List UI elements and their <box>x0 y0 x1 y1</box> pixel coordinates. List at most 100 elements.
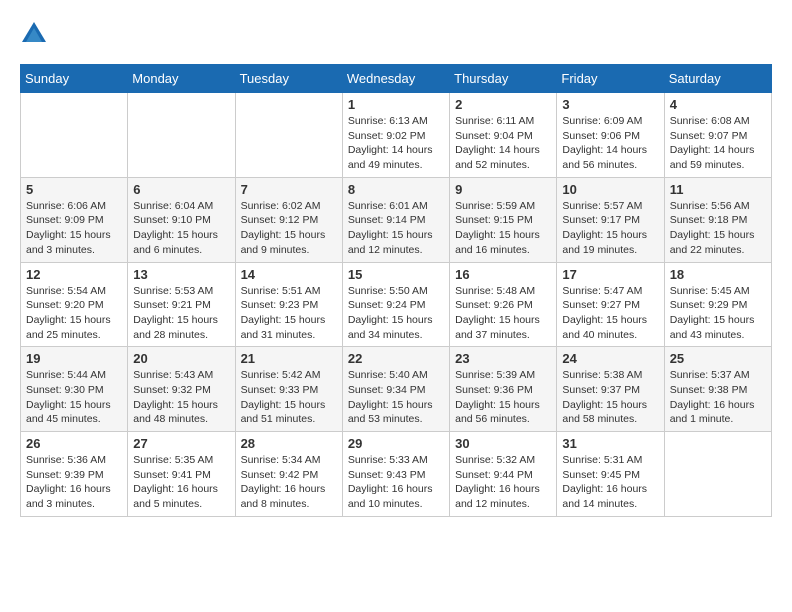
day-info: Sunrise: 5:35 AM Sunset: 9:41 PM Dayligh… <box>133 453 229 512</box>
calendar-cell: 7 Sunrise: 6:02 AM Sunset: 9:12 PM Daylig… <box>235 177 342 262</box>
day-number: 26 <box>26 436 122 451</box>
calendar-cell: 8Sunrise: 6:01 AM Sunset: 9:14 PM Daylig… <box>342 177 449 262</box>
calendar-cell: 13 Sunrise: 5:53 AM Sunset: 9:21 PM Dayli… <box>128 262 235 347</box>
day-info: Sunrise: 6:06 AM Sunset: 9:09 PM Dayligh… <box>26 199 122 258</box>
calendar-cell: 9 Sunrise: 5:59 AM Sunset: 9:15 PM Daylig… <box>450 177 557 262</box>
calendar-cell: 16 Sunrise: 5:48 AM Sunset: 9:26 PM Dayli… <box>450 262 557 347</box>
day-info: Sunrise: 5:38 AM Sunset: 9:37 PM Dayligh… <box>562 368 658 427</box>
day-info: Sunrise: 5:36 AM Sunset: 9:39 PM Dayligh… <box>26 453 122 512</box>
calendar-cell: 6Sunrise: 6:04 AM Sunset: 9:10 PM Daylig… <box>128 177 235 262</box>
day-number: 20 <box>133 351 229 366</box>
day-number: 31 <box>562 436 658 451</box>
day-number: 16 <box>455 267 551 282</box>
day-number: 22 <box>348 351 444 366</box>
calendar-week-row: 5 Sunrise: 6:06 AM Sunset: 9:09 PM Daylig… <box>21 177 772 262</box>
day-of-week-header: Tuesday <box>235 65 342 93</box>
day-number: 5 <box>26 182 122 197</box>
day-of-week-header: Monday <box>128 65 235 93</box>
calendar-cell: 31 Sunrise: 5:31 AM Sunset: 9:45 PM Dayli… <box>557 432 664 517</box>
day-number: 4 <box>670 97 766 112</box>
day-info: Sunrise: 6:08 AM Sunset: 9:07 PM Dayligh… <box>670 114 766 173</box>
day-info: Sunrise: 5:54 AM Sunset: 9:20 PM Dayligh… <box>26 284 122 343</box>
calendar-cell: 26 Sunrise: 5:36 AM Sunset: 9:39 PM Dayli… <box>21 432 128 517</box>
day-number: 12 <box>26 267 122 282</box>
day-info: Sunrise: 5:34 AM Sunset: 9:42 PM Dayligh… <box>241 453 337 512</box>
day-info: Sunrise: 6:11 AM Sunset: 9:04 PM Dayligh… <box>455 114 551 173</box>
calendar-cell: 5 Sunrise: 6:06 AM Sunset: 9:09 PM Daylig… <box>21 177 128 262</box>
calendar-cell <box>21 93 128 178</box>
day-of-week-header: Saturday <box>664 65 771 93</box>
calendar-week-row: 1 Sunrise: 6:13 AM Sunset: 9:02 PM Daylig… <box>21 93 772 178</box>
day-info: Sunrise: 5:42 AM Sunset: 9:33 PM Dayligh… <box>241 368 337 427</box>
day-number: 14 <box>241 267 337 282</box>
day-info: Sunrise: 5:57 AM Sunset: 9:17 PM Dayligh… <box>562 199 658 258</box>
day-number: 10 <box>562 182 658 197</box>
day-info: Sunrise: 5:43 AM Sunset: 9:32 PM Dayligh… <box>133 368 229 427</box>
calendar-cell: 10 Sunrise: 5:57 AM Sunset: 9:17 PM Dayli… <box>557 177 664 262</box>
day-number: 15 <box>348 267 444 282</box>
calendar-cell: 14 Sunrise: 5:51 AM Sunset: 9:23 PM Dayli… <box>235 262 342 347</box>
day-of-week-header: Thursday <box>450 65 557 93</box>
day-info: Sunrise: 5:47 AM Sunset: 9:27 PM Dayligh… <box>562 284 658 343</box>
day-info: Sunrise: 5:44 AM Sunset: 9:30 PM Dayligh… <box>26 368 122 427</box>
day-info: Sunrise: 5:59 AM Sunset: 9:15 PM Dayligh… <box>455 199 551 258</box>
day-info: Sunrise: 5:39 AM Sunset: 9:36 PM Dayligh… <box>455 368 551 427</box>
day-number: 25 <box>670 351 766 366</box>
day-info: Sunrise: 6:01 AM Sunset: 9:14 PM Dayligh… <box>348 199 444 258</box>
day-of-week-header: Friday <box>557 65 664 93</box>
calendar-cell: 27Sunrise: 5:35 AM Sunset: 9:41 PM Dayli… <box>128 432 235 517</box>
day-info: Sunrise: 5:56 AM Sunset: 9:18 PM Dayligh… <box>670 199 766 258</box>
calendar-cell <box>664 432 771 517</box>
day-info: Sunrise: 5:32 AM Sunset: 9:44 PM Dayligh… <box>455 453 551 512</box>
calendar-cell: 21 Sunrise: 5:42 AM Sunset: 9:33 PM Dayli… <box>235 347 342 432</box>
calendar-cell <box>235 93 342 178</box>
calendar-week-row: 19 Sunrise: 5:44 AM Sunset: 9:30 PM Dayli… <box>21 347 772 432</box>
calendar-cell: 22 Sunrise: 5:40 AM Sunset: 9:34 PM Dayli… <box>342 347 449 432</box>
day-of-week-header: Wednesday <box>342 65 449 93</box>
day-info: Sunrise: 5:37 AM Sunset: 9:38 PM Dayligh… <box>670 368 766 427</box>
day-number: 13 <box>133 267 229 282</box>
day-info: Sunrise: 5:31 AM Sunset: 9:45 PM Dayligh… <box>562 453 658 512</box>
day-info: Sunrise: 5:40 AM Sunset: 9:34 PM Dayligh… <box>348 368 444 427</box>
day-number: 9 <box>455 182 551 197</box>
calendar-cell: 1 Sunrise: 6:13 AM Sunset: 9:02 PM Daylig… <box>342 93 449 178</box>
day-info: Sunrise: 5:45 AM Sunset: 9:29 PM Dayligh… <box>670 284 766 343</box>
calendar-cell: 4 Sunrise: 6:08 AM Sunset: 9:07 PM Daylig… <box>664 93 771 178</box>
calendar-cell: 12 Sunrise: 5:54 AM Sunset: 9:20 PM Dayli… <box>21 262 128 347</box>
day-info: Sunrise: 5:33 AM Sunset: 9:43 PM Dayligh… <box>348 453 444 512</box>
day-number: 23 <box>455 351 551 366</box>
calendar-week-row: 26 Sunrise: 5:36 AM Sunset: 9:39 PM Dayli… <box>21 432 772 517</box>
day-info: Sunrise: 5:51 AM Sunset: 9:23 PM Dayligh… <box>241 284 337 343</box>
calendar-cell: 23 Sunrise: 5:39 AM Sunset: 9:36 PM Dayli… <box>450 347 557 432</box>
calendar-cell: 17 Sunrise: 5:47 AM Sunset: 9:27 PM Dayli… <box>557 262 664 347</box>
day-number: 19 <box>26 351 122 366</box>
day-info: Sunrise: 5:48 AM Sunset: 9:26 PM Dayligh… <box>455 284 551 343</box>
calendar-cell: 30Sunrise: 5:32 AM Sunset: 9:44 PM Dayli… <box>450 432 557 517</box>
day-info: Sunrise: 6:02 AM Sunset: 9:12 PM Dayligh… <box>241 199 337 258</box>
day-number: 7 <box>241 182 337 197</box>
day-number: 21 <box>241 351 337 366</box>
calendar-cell: 19 Sunrise: 5:44 AM Sunset: 9:30 PM Dayli… <box>21 347 128 432</box>
day-info: Sunrise: 5:53 AM Sunset: 9:21 PM Dayligh… <box>133 284 229 343</box>
page-header <box>20 20 772 48</box>
calendar-cell: 3Sunrise: 6:09 AM Sunset: 9:06 PM Daylig… <box>557 93 664 178</box>
day-number: 2 <box>455 97 551 112</box>
day-number: 17 <box>562 267 658 282</box>
day-info: Sunrise: 5:50 AM Sunset: 9:24 PM Dayligh… <box>348 284 444 343</box>
calendar-cell: 24Sunrise: 5:38 AM Sunset: 9:37 PM Dayli… <box>557 347 664 432</box>
logo-icon <box>20 20 48 48</box>
day-of-week-header: Sunday <box>21 65 128 93</box>
calendar-cell: 20 Sunrise: 5:43 AM Sunset: 9:32 PM Dayli… <box>128 347 235 432</box>
calendar-cell: 28 Sunrise: 5:34 AM Sunset: 9:42 PM Dayli… <box>235 432 342 517</box>
calendar-header-row: SundayMondayTuesdayWednesdayThursdayFrid… <box>21 65 772 93</box>
calendar-cell: 29Sunrise: 5:33 AM Sunset: 9:43 PM Dayli… <box>342 432 449 517</box>
day-info: Sunrise: 6:09 AM Sunset: 9:06 PM Dayligh… <box>562 114 658 173</box>
day-number: 1 <box>348 97 444 112</box>
calendar-cell <box>128 93 235 178</box>
calendar-cell: 11Sunrise: 5:56 AM Sunset: 9:18 PM Dayli… <box>664 177 771 262</box>
calendar-cell: 25 Sunrise: 5:37 AM Sunset: 9:38 PM Dayli… <box>664 347 771 432</box>
day-info: Sunrise: 6:13 AM Sunset: 9:02 PM Dayligh… <box>348 114 444 173</box>
calendar-week-row: 12 Sunrise: 5:54 AM Sunset: 9:20 PM Dayli… <box>21 262 772 347</box>
day-number: 28 <box>241 436 337 451</box>
calendar-table: SundayMondayTuesdayWednesdayThursdayFrid… <box>20 64 772 517</box>
